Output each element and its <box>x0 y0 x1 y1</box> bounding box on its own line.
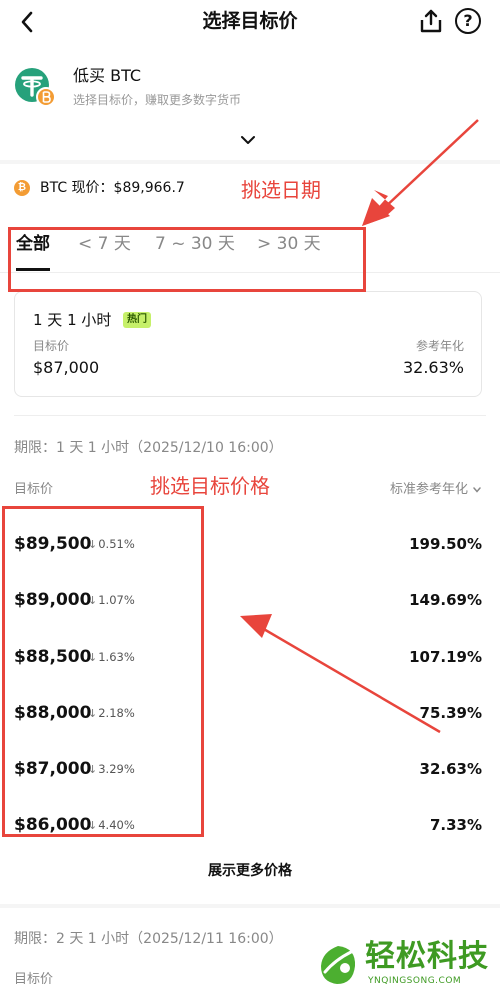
btc-icon: ₿ <box>14 180 30 196</box>
help-icon[interactable]: ? <box>455 8 481 34</box>
section-band <box>0 904 500 908</box>
period-label-2: 期限：2 天 1 小时（2025/12/11 16:00） <box>14 931 283 947</box>
show-more-prices-button[interactable]: 展示更多价格 <box>0 861 500 881</box>
row-apy: 32.63% <box>419 760 482 778</box>
row-apy: 199.50% <box>409 535 482 553</box>
period-label: 期限：1 天 1 小时（2025/12/10 16:00） <box>14 440 283 456</box>
card-apy-value: 32.63% <box>402 358 464 377</box>
tether-btc-icon <box>14 67 56 107</box>
chevron-down-icon <box>473 486 481 493</box>
card-target-label: 目标价 <box>33 339 70 353</box>
featured-product-card[interactable] <box>14 291 482 397</box>
watermark-text: 轻松科技 <box>365 939 489 974</box>
card-apy-label: 参考年化 <box>415 339 464 353</box>
card-duration: 1 天 1 小时 <box>33 311 112 329</box>
col-apy-label: 标准参考年化 <box>389 482 468 497</box>
annotation-box-prices <box>2 506 204 837</box>
product-name: 低买 BTC <box>73 66 142 85</box>
watermark-logo-icon <box>315 942 361 988</box>
share-icon[interactable] <box>418 8 444 34</box>
hot-badge: 热门 <box>123 312 151 328</box>
col-apy-sort[interactable]: 标准参考年化 <box>390 481 482 499</box>
arrow-head-bottom <box>240 614 272 638</box>
product-subtitle: 选择目标价，赚取更多数字货币 <box>73 93 242 107</box>
card-target-value: $87,000 <box>33 358 100 377</box>
col-target-price-2: 目标价 <box>14 972 54 987</box>
annotation-date-note: 挑选日期 <box>241 178 321 202</box>
chevron-down-icon[interactable] <box>238 132 258 148</box>
row-apy: 7.33% <box>429 816 482 834</box>
row-apy: 75.39% <box>419 704 482 722</box>
col-target-price: 目标价 <box>14 482 54 497</box>
row-apy: 149.69% <box>409 591 482 609</box>
annotation-price-note: 挑选目标价格 <box>150 474 270 498</box>
btc-current-price: BTC 现价：$89,966.7 <box>40 180 185 196</box>
divider <box>14 415 486 416</box>
section-band <box>0 160 500 164</box>
watermark-sub: YNQINGSONG.COM <box>368 976 462 986</box>
arrow-head-top <box>362 198 390 226</box>
annotation-box-tabs <box>8 227 366 292</box>
row-apy: 107.19% <box>409 648 482 666</box>
